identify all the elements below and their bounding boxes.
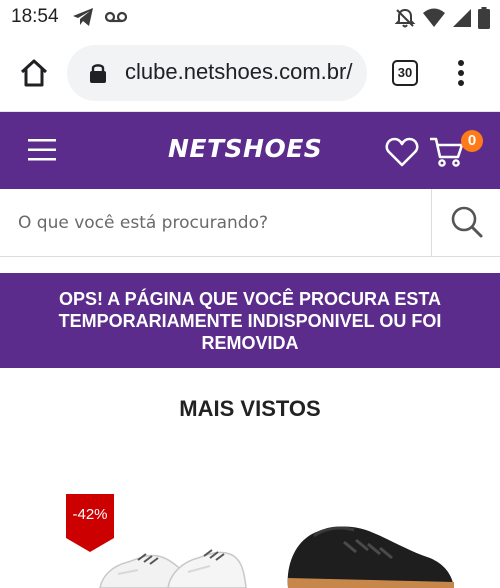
netshoes-logo[interactable]: NETSHOES xyxy=(168,134,322,163)
wifi-icon xyxy=(422,8,446,32)
signal-icon xyxy=(452,8,472,32)
browser-toolbar: clube.netshoes.com.br/ 30 xyxy=(0,34,500,112)
product-image-black-sneaker[interactable] xyxy=(284,522,454,588)
hamburger-icon xyxy=(28,139,56,161)
cart-button[interactable] xyxy=(429,136,465,168)
tab-switcher-button[interactable]: 30 xyxy=(392,60,418,86)
voicemail-icon xyxy=(104,7,128,31)
home-button[interactable] xyxy=(17,56,51,90)
more-vertical-icon xyxy=(458,60,464,86)
site-header: NETSHOES xyxy=(0,112,500,189)
section-title: MAIS VISTOS xyxy=(179,396,321,421)
error-message: OPS! A PÁGINA QUE VOCÊ PROCURA ESTA TEMP… xyxy=(58,288,442,353)
cart-count-badge: 0 xyxy=(461,130,483,152)
menu-button[interactable] xyxy=(28,138,56,162)
notifications-off-icon xyxy=(394,7,416,33)
product-image-white-sneaker[interactable] xyxy=(98,540,248,588)
browser-menu-button[interactable] xyxy=(449,58,473,88)
lock-icon xyxy=(89,62,107,88)
cart-icon xyxy=(430,137,464,167)
wishlist-button[interactable] xyxy=(385,136,419,168)
error-banner: OPS! A PÁGINA QUE VOCÊ PROCURA ESTA TEMP… xyxy=(0,273,500,368)
battery-icon xyxy=(478,7,490,33)
search-bar xyxy=(0,189,500,257)
search-button[interactable] xyxy=(431,189,500,256)
search-icon xyxy=(451,206,483,238)
status-time: 18:54 xyxy=(11,6,59,27)
home-icon xyxy=(20,59,48,87)
search-input[interactable] xyxy=(0,189,431,256)
address-bar[interactable]: clube.netshoes.com.br/ xyxy=(67,45,367,101)
url-text: clube.netshoes.com.br/ xyxy=(125,59,353,84)
status-bar: 18:54 xyxy=(0,0,500,34)
heart-icon xyxy=(385,137,419,167)
discount-label: -42% xyxy=(72,506,108,523)
telegram-icon xyxy=(72,7,94,31)
